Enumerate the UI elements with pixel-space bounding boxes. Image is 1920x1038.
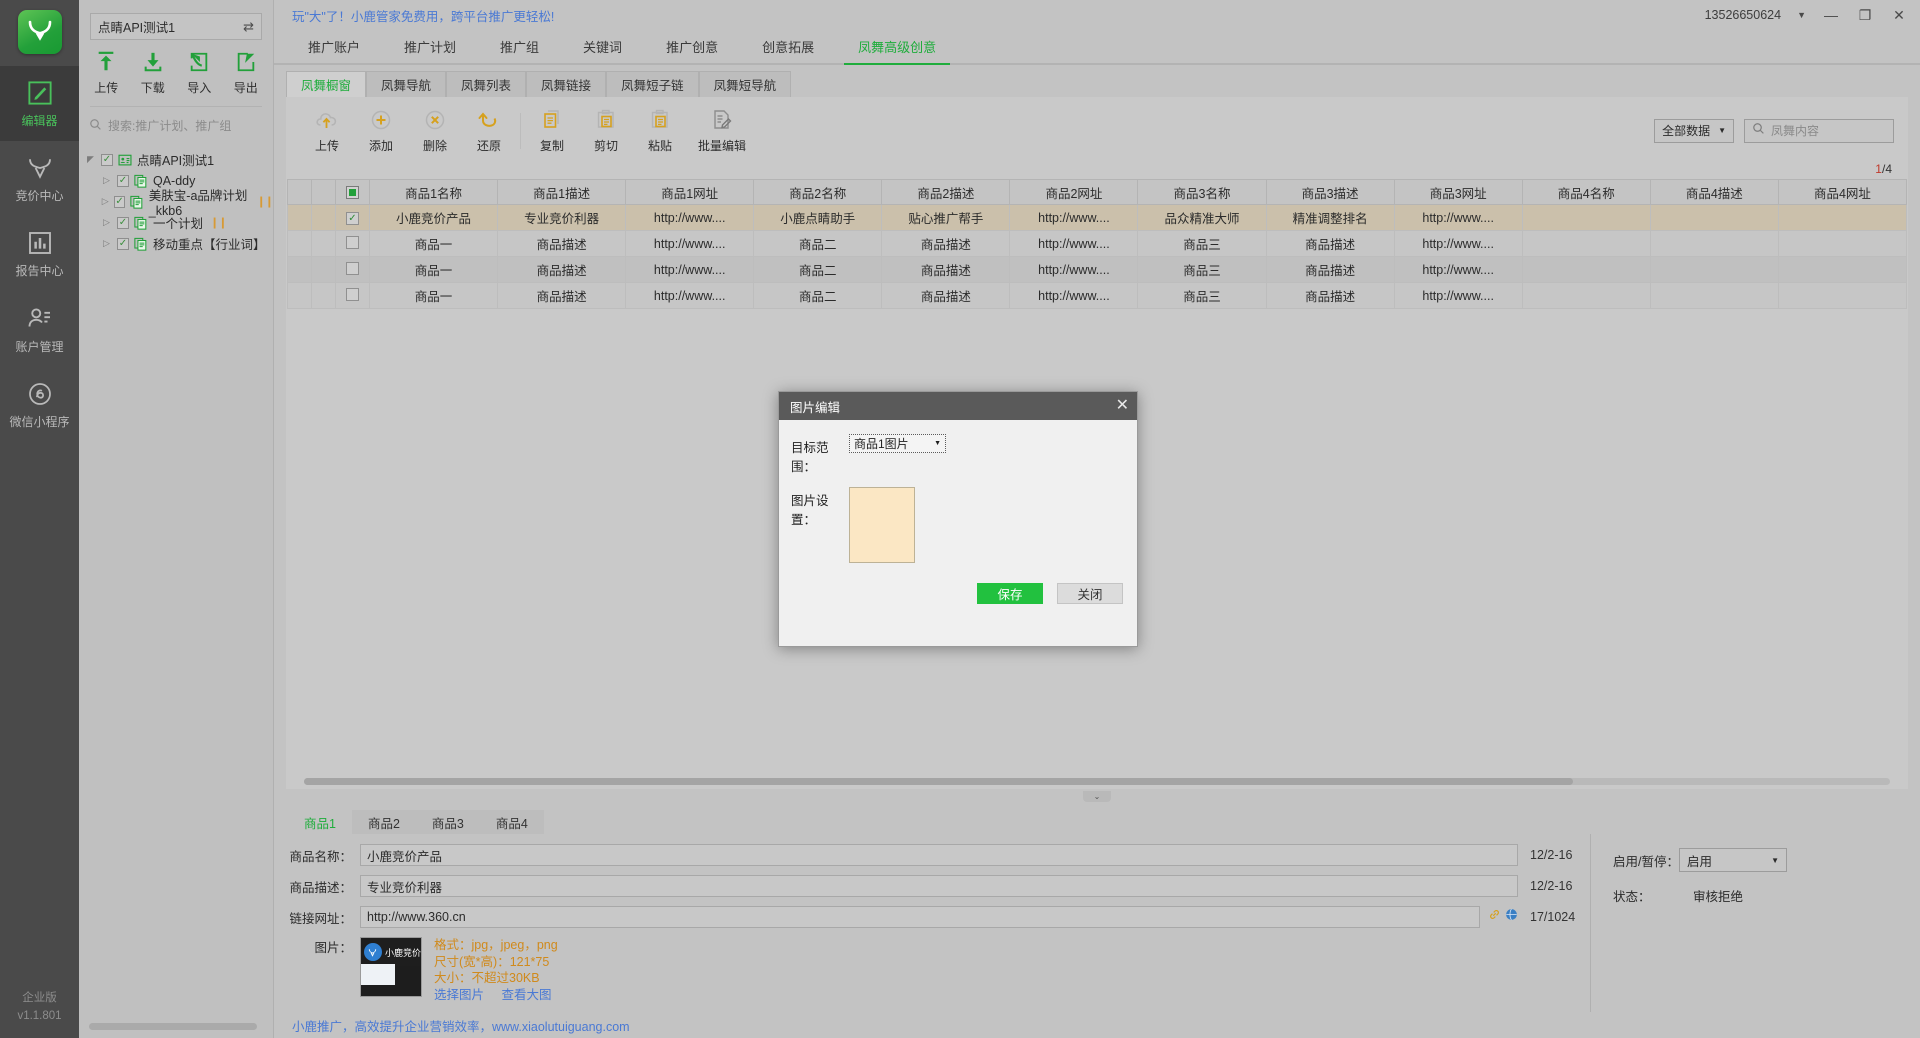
image-setting-label: 图片设置：	[791, 494, 829, 527]
cancel-button[interactable]: 关闭	[1057, 583, 1123, 604]
save-button[interactable]: 保存	[977, 583, 1043, 604]
image-setting-row: 图片设置：	[791, 487, 1137, 563]
dialog-titlebar: 图片编辑 ✕	[779, 392, 1137, 420]
close-icon[interactable]: ✕	[1116, 398, 1129, 414]
image-edit-dialog: 图片编辑 ✕ 目标范围： 商品1图片 ▼ 图片设置： 保存 关闭	[778, 391, 1138, 647]
dialog-actions: 保存 关闭	[977, 583, 1123, 604]
dialog-title: 图片编辑	[790, 400, 841, 415]
caret-down-icon: ▼	[934, 440, 941, 447]
target-scope-row: 目标范围： 商品1图片 ▼	[791, 434, 1137, 475]
target-scope-select[interactable]: 商品1图片 ▼	[849, 434, 946, 453]
application-window: 编辑器 竞价中心 报告中心 账户管理 微信小程序 企业版 v1.1.801 点睛…	[0, 0, 1920, 1038]
target-scope-label: 目标范围：	[791, 441, 829, 474]
target-scope-value: 商品1图片	[854, 437, 909, 451]
image-preview-box[interactable]	[849, 487, 915, 563]
dialog-body: 目标范围： 商品1图片 ▼ 图片设置： 保存 关闭	[779, 420, 1137, 616]
